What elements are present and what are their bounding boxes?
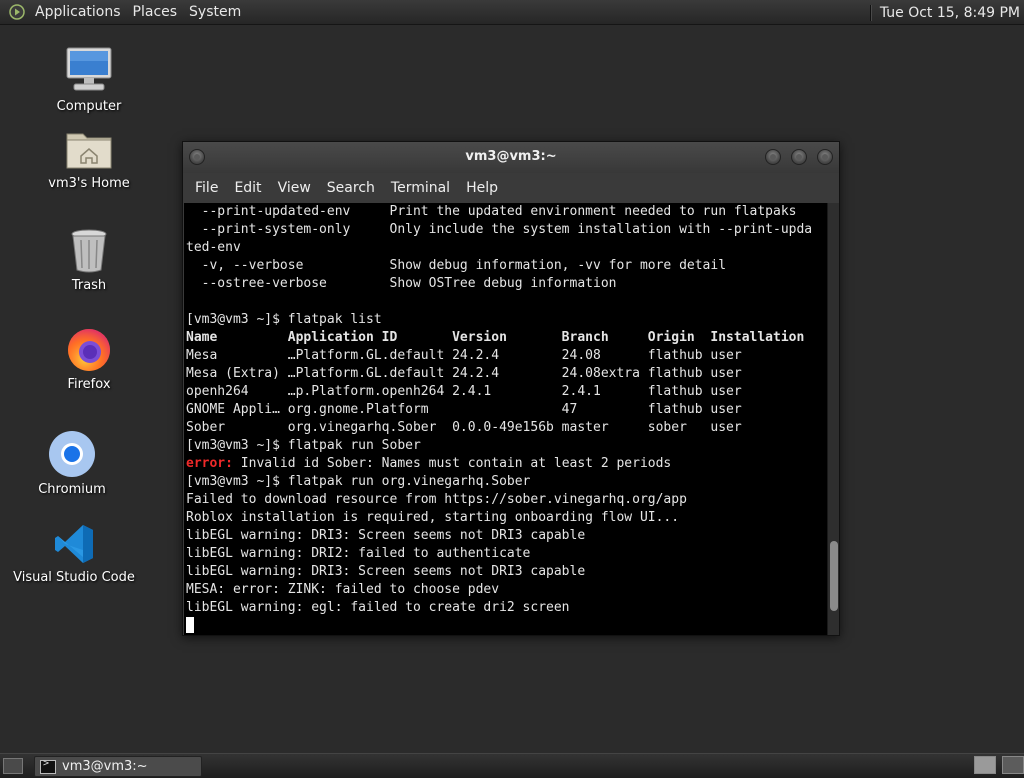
terminal-line: --print-system-only Only include the sys…	[186, 222, 813, 237]
minimize-button[interactable]	[765, 149, 781, 165]
terminal-output[interactable]: --print-updated-env Print the updated en…	[184, 203, 827, 635]
menu-help[interactable]: Help	[458, 180, 506, 196]
terminal-line: [vm3@vm3 ~]$ flatpak run Sober	[186, 438, 421, 453]
terminal-line: libEGL warning: DRI3: Screen seems not D…	[186, 528, 586, 543]
menu-view[interactable]: View	[270, 180, 319, 196]
desktop-icon-label: Visual Studio Code	[13, 570, 135, 585]
prompt-line	[186, 617, 826, 635]
desktop-icon-label: Firefox	[67, 377, 111, 392]
terminal-line: GNOME Appli… org.gnome.Platform 47 flath…	[186, 402, 742, 417]
terminal-line: libEGL warning: DRI2: failed to authenti…	[186, 546, 531, 561]
desktop-icon-chromium[interactable]: Chromium	[2, 430, 142, 497]
terminal-icon	[40, 758, 56, 774]
workspace-2[interactable]	[1002, 756, 1024, 774]
terminal-line: MESA: error: ZINK: failed to choose pdev	[186, 582, 500, 597]
applications-menu[interactable]: Applications	[29, 0, 127, 25]
desktop-icon-computer[interactable]: Computer	[19, 45, 159, 114]
places-menu[interactable]: Places	[127, 0, 184, 25]
terminal-line: Failed to download resource from https:/…	[186, 492, 687, 507]
terminal-line: libEGL warning: egl: failed to create dr…	[186, 600, 570, 615]
vscode-icon	[55, 525, 93, 563]
applications-menu-icon[interactable]	[9, 4, 25, 20]
terminal-line-text: Invalid id Sober: Names must contain at …	[232, 456, 672, 471]
panel-separator	[869, 4, 872, 21]
menu-terminal[interactable]: Terminal	[383, 180, 458, 196]
terminal-line: libEGL warning: DRI3: Screen seems not D…	[186, 564, 586, 579]
workspace-1[interactable]	[974, 756, 996, 774]
terminal-window[interactable]: vm3@vm3:~ File Edit View Search Terminal…	[182, 141, 840, 636]
task-label: vm3@vm3:~	[62, 759, 148, 774]
terminal-text: --print-updated-env Print the updated en…	[186, 203, 826, 635]
trash-icon	[71, 229, 107, 273]
desktop-icon-label: vm3's Home	[48, 176, 130, 191]
desktop-icon-vscode[interactable]: Visual Studio Code	[4, 522, 144, 585]
terminal-line: -v, --verbose Show debug information, -v…	[186, 258, 727, 273]
terminal-line: Name Application ID Version Branch Origi…	[186, 330, 805, 345]
firefox-icon	[68, 329, 110, 371]
home-folder-icon	[66, 133, 112, 169]
taskbar-terminal-button[interactable]: vm3@vm3:~	[34, 756, 202, 777]
terminal-scrollbar[interactable]	[827, 203, 839, 635]
terminal-line: Mesa (Extra) …Platform.GL.default 24.2.4…	[186, 366, 742, 381]
desktop-icon-label: Computer	[56, 99, 122, 114]
terminal-line: --ostree-verbose Show OSTree debug infor…	[186, 276, 617, 291]
terminal-line: [vm3@vm3 ~]$ flatpak run org.vinegarhq.S…	[186, 474, 531, 489]
terminal-line: openh264 …p.Platform.openh264 2.4.1 2.4.…	[186, 384, 742, 399]
menu-file[interactable]: File	[187, 180, 226, 196]
system-menu[interactable]: System	[183, 0, 247, 25]
computer-icon	[66, 47, 112, 91]
maximize-button[interactable]	[791, 149, 807, 165]
terminal-line: Sober org.vinegarhq.Sober 0.0.0-49e156b …	[186, 420, 742, 435]
terminal-line: [vm3@vm3 ~]$ flatpak list	[186, 312, 382, 327]
window-titlebar[interactable]: vm3@vm3:~	[183, 142, 839, 173]
terminal-line: ted-env	[186, 240, 241, 255]
show-desktop-button[interactable]	[3, 758, 23, 774]
terminal-line: --print-updated-env Print the updated en…	[186, 204, 797, 219]
text-cursor	[186, 617, 194, 633]
terminal-line: error: Invalid id Sober: Names must cont…	[186, 455, 826, 473]
scrollbar-thumb[interactable]	[830, 540, 838, 612]
error-label: error:	[186, 456, 233, 471]
bottom-panel: vm3@vm3:~	[0, 753, 1024, 778]
desktop-icon-trash[interactable]: Trash	[19, 228, 159, 293]
desktop-icon-label: Trash	[71, 278, 107, 293]
desktop-icon-home[interactable]: vm3's Home	[19, 128, 159, 191]
desktop-icon-label: Chromium	[38, 482, 106, 497]
clock[interactable]: Tue Oct 15, 8:49 PM	[880, 5, 1024, 21]
close-button[interactable]	[817, 149, 833, 165]
menu-edit[interactable]: Edit	[226, 180, 269, 196]
chromium-icon	[49, 431, 95, 477]
top-panel: Applications Places System Tue Oct 15, 8…	[0, 0, 1024, 25]
window-title: vm3@vm3:~	[465, 149, 557, 164]
menu-search[interactable]: Search	[319, 180, 383, 196]
desktop-icon-firefox[interactable]: Firefox	[19, 325, 159, 392]
workspace-switcher	[968, 756, 1024, 774]
terminal-line: Mesa …Platform.GL.default 24.2.4 24.08 f…	[186, 348, 742, 363]
menu-bar: File Edit View Search Terminal Help	[183, 173, 839, 203]
panel-right: Tue Oct 15, 8:49 PM	[869, 0, 1024, 25]
terminal-line: Roblox installation is required, startin…	[186, 510, 680, 525]
